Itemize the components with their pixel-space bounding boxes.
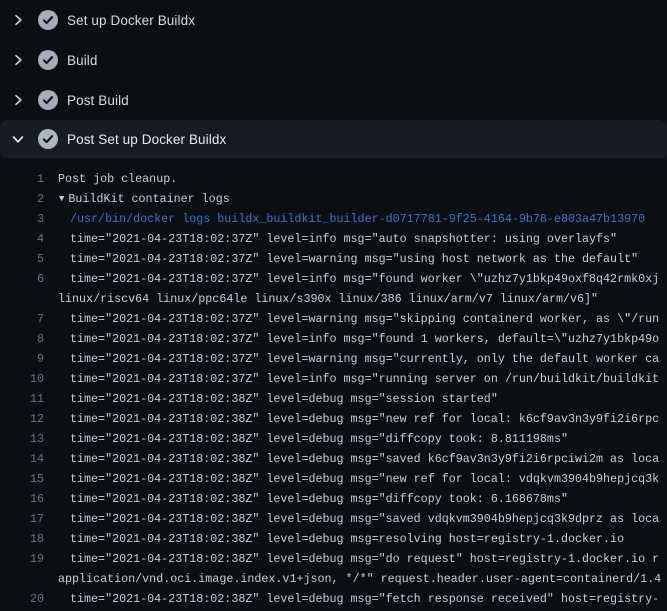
step-label: Post Set up Docker Buildx [67, 132, 226, 147]
log-line: 14 time="2021-04-23T18:02:38Z" level=debu… [0, 449, 667, 469]
step-label: Set up Docker Buildx [67, 13, 195, 28]
log-text: Post job cleanup. [58, 169, 177, 189]
log-text: time="2021-04-23T18:02:38Z" level=debug … [70, 509, 659, 529]
log-text: time="2021-04-23T18:02:38Z" level=debug … [70, 409, 659, 429]
step-label: Build [67, 53, 98, 68]
log-line: 3/usr/bin/docker logs buildx_buildkit_bu… [0, 209, 667, 229]
line-number[interactable]: 11 [0, 389, 44, 409]
line-number[interactable]: 7 [0, 309, 44, 329]
log-line: 8 time="2021-04-23T18:02:37Z" level=info … [0, 329, 667, 349]
log-text: application/vnd.oci.image.index.v1+json,… [58, 569, 661, 589]
check-circle-icon [38, 10, 58, 30]
line-number[interactable]: 16 [0, 489, 44, 509]
log-line: 18 time="2021-04-23T18:02:38Z" level=debu… [0, 529, 667, 549]
check-circle-icon [38, 129, 58, 149]
line-number[interactable]: 5 [0, 249, 44, 269]
log-line: 4 time="2021-04-23T18:02:37Z" level=info … [0, 229, 667, 249]
log-text: time="2021-04-23T18:02:37Z" level=info m… [70, 269, 659, 289]
chevron-right-icon [10, 12, 26, 28]
log-text: time="2021-04-23T18:02:37Z" level=info m… [70, 369, 659, 389]
log-line: 12 time="2021-04-23T18:02:38Z" level=debu… [0, 409, 667, 429]
log-line: 10 time="2021-04-23T18:02:37Z" level=info… [0, 369, 667, 389]
log-line-wrap: linux/riscv64 linux/ppc64le linux/s390x … [0, 289, 667, 309]
log-line: 15 time="2021-04-23T18:02:38Z" level=debu… [0, 469, 667, 489]
line-number[interactable]: 3 [0, 209, 44, 229]
log-text: linux/riscv64 linux/ppc64le linux/s390x … [58, 289, 598, 309]
line-number [0, 569, 44, 589]
log-text: time="2021-04-23T18:02:37Z" level=info m… [70, 329, 659, 349]
step-row-set-up-docker-buildx[interactable]: Set up Docker Buildx [0, 0, 667, 40]
line-number[interactable]: 4 [0, 229, 44, 249]
line-number[interactable]: 18 [0, 529, 44, 549]
log-line: 20 time="2021-04-23T18:02:38Z" level=debu… [0, 589, 667, 609]
log-text: time="2021-04-23T18:02:38Z" level=debug … [70, 489, 568, 509]
chevron-right-icon [10, 52, 26, 68]
line-number[interactable]: 6 [0, 269, 44, 289]
line-number[interactable]: 13 [0, 429, 44, 449]
log-line: 11 time="2021-04-23T18:02:38Z" level=debu… [0, 389, 667, 409]
steps-list: Set up Docker Buildx Build Post Build Po… [0, 0, 667, 158]
log-line-wrap: application/vnd.oci.image.index.v1+json,… [0, 569, 667, 589]
step-row-post-build[interactable]: Post Build [0, 80, 667, 120]
log-line: 13 time="2021-04-23T18:02:38Z" level=debu… [0, 429, 667, 449]
step-row-build[interactable]: Build [0, 40, 667, 80]
log-text: time="2021-04-23T18:02:37Z" level=warnin… [70, 349, 659, 369]
line-number[interactable]: 12 [0, 409, 44, 429]
log-text: time="2021-04-23T18:02:38Z" level=debug … [70, 389, 498, 409]
log-line: 19 time="2021-04-23T18:02:38Z" level=debu… [0, 549, 667, 569]
log-line: 5 time="2021-04-23T18:02:37Z" level=warni… [0, 249, 667, 269]
log-command-text: /usr/bin/docker logs buildx_buildkit_bui… [70, 209, 645, 229]
line-number [0, 289, 44, 309]
log-text: time="2021-04-23T18:02:37Z" level=warnin… [70, 309, 659, 329]
step-row-post-set-up-docker-buildx[interactable]: Post Set up Docker Buildx [0, 120, 667, 158]
chevron-right-icon [10, 92, 26, 108]
log-text: time="2021-04-23T18:02:38Z" level=debug … [70, 429, 568, 449]
line-number[interactable]: 17 [0, 509, 44, 529]
line-number[interactable]: 9 [0, 349, 44, 369]
chevron-down-icon [10, 131, 26, 147]
line-number[interactable]: 14 [0, 449, 44, 469]
line-number[interactable]: 2 [0, 189, 44, 209]
log-group-title[interactable]: BuildKit container logs [68, 189, 229, 209]
log-line: 1 Post job cleanup. [0, 169, 667, 189]
line-number[interactable]: 10 [0, 369, 44, 389]
line-number[interactable]: 20 [0, 589, 44, 609]
log-line: 17 time="2021-04-23T18:02:38Z" level=debu… [0, 509, 667, 529]
log-text: time="2021-04-23T18:02:38Z" level=debug … [70, 549, 659, 569]
log-line: 16 time="2021-04-23T18:02:38Z" level=debu… [0, 489, 667, 509]
log-viewer: 1 Post job cleanup. 2 ▼BuildKit container l… [0, 158, 667, 611]
log-text: time="2021-04-23T18:02:38Z" level=debug … [70, 469, 659, 489]
group-toggle-triangle-icon[interactable]: ▼ [59, 189, 64, 209]
log-line: 7 time="2021-04-23T18:02:37Z" level=warni… [0, 309, 667, 329]
log-text: time="2021-04-23T18:02:38Z" level=debug … [70, 449, 659, 469]
log-line: 9 time="2021-04-23T18:02:37Z" level=warni… [0, 349, 667, 369]
log-text: time="2021-04-23T18:02:38Z" level=debug … [70, 589, 659, 609]
check-circle-icon [38, 50, 58, 70]
line-number[interactable]: 15 [0, 469, 44, 489]
log-line: 6 time="2021-04-23T18:02:37Z" level=info … [0, 269, 667, 289]
line-number[interactable]: 8 [0, 329, 44, 349]
log-text: time="2021-04-23T18:02:37Z" level=info m… [70, 229, 617, 249]
log-line: 2 ▼BuildKit container logs [0, 189, 667, 209]
log-text: time="2021-04-23T18:02:38Z" level=debug … [70, 529, 624, 549]
step-label: Post Build [67, 93, 129, 108]
line-number[interactable]: 19 [0, 549, 44, 569]
check-circle-icon [38, 90, 58, 110]
line-number[interactable]: 1 [0, 169, 44, 189]
log-text: time="2021-04-23T18:02:37Z" level=warnin… [70, 249, 638, 269]
